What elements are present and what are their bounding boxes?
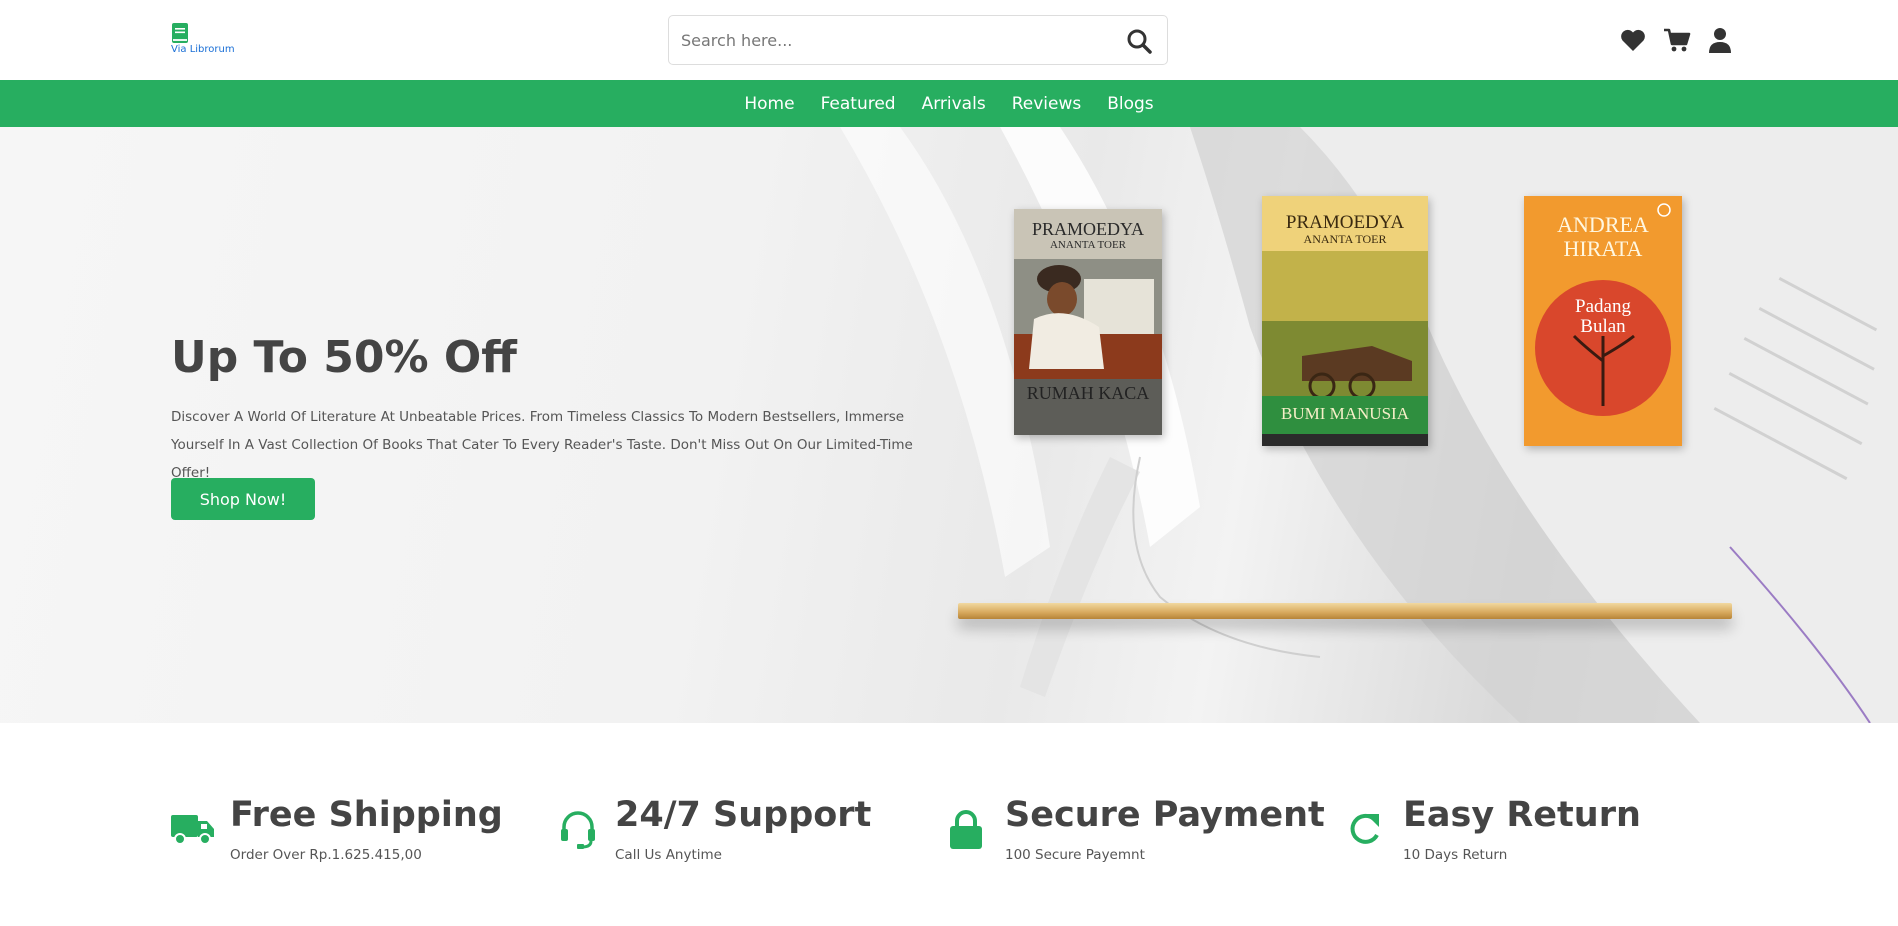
truck-icon: [171, 815, 214, 845]
feature-title: Easy Return: [1403, 795, 1641, 835]
book-title-line1: Padang: [1575, 296, 1631, 317]
book-author-line1: PRAMOEDYA: [1285, 212, 1405, 233]
book-cover-bumi-manusia[interactable]: PRAMOEDYA ANANTA TOER BUMI MANUSIA: [1262, 196, 1428, 446]
wooden-shelf: [958, 603, 1732, 619]
shop-now-button[interactable]: Shop Now!: [171, 478, 315, 520]
hero-title: Up To 50% Off: [171, 332, 517, 383]
search-icon[interactable]: [1126, 28, 1152, 54]
header: Via Librorum: [0, 0, 1898, 80]
book-author-line1: PRAMOEDYA: [1031, 219, 1145, 239]
book-author-line2: ANANTA TOER: [1303, 232, 1387, 246]
book-author-line2: HIRATA: [1563, 236, 1643, 261]
nav-link-blogs[interactable]: Blogs: [1107, 94, 1153, 114]
feature-title: Secure Payment: [1005, 795, 1325, 835]
brand-name: Via Librorum: [171, 44, 235, 55]
hero-description: Discover A World Of Literature At Unbeat…: [171, 409, 913, 481]
book-logo-icon: [172, 23, 188, 43]
nav-link-reviews[interactable]: Reviews: [1012, 94, 1082, 114]
hero-section: Up To 50% Off Discover A World Of Litera…: [0, 127, 1898, 723]
lock-icon: [950, 810, 982, 849]
nav-link-home[interactable]: Home: [744, 94, 794, 114]
nav-link-featured[interactable]: Featured: [821, 94, 896, 114]
search-bar: [668, 15, 1168, 65]
nav-link-arrivals[interactable]: Arrivals: [922, 94, 986, 114]
feature-title: 24/7 Support: [615, 795, 872, 835]
book-title: BUMI MANUSIA: [1281, 404, 1409, 423]
book-author-line1: ANDREA: [1557, 212, 1649, 237]
feature-subtitle: 10 Days Return: [1403, 847, 1508, 863]
main-navbar: Home Featured Arrivals Reviews Blogs: [0, 80, 1898, 127]
feature-title: Free Shipping: [230, 795, 503, 835]
feature-subtitle: 100 Secure Payemnt: [1005, 847, 1145, 863]
search-input[interactable]: [681, 16, 1111, 64]
cart-icon[interactable]: [1663, 26, 1691, 54]
features-section: Free Shipping Order Over Rp.1.625.415,00…: [0, 723, 1898, 926]
heart-icon[interactable]: [1619, 26, 1647, 54]
headset-icon: [561, 811, 595, 849]
book-cover-padang-bulan[interactable]: ANDREA HIRATA Padang Bulan: [1524, 196, 1682, 446]
book-title: RUMAH KACA: [1026, 383, 1150, 403]
book-title-line2: Bulan: [1580, 316, 1626, 337]
brand-logo[interactable]: Via Librorum: [171, 22, 241, 56]
book-cover-rumah-kaca[interactable]: PRAMOEDYA ANANTA TOER RUMAH KACA: [1014, 209, 1162, 435]
redo-icon: [1350, 813, 1379, 844]
feature-subtitle: Order Over Rp.1.625.415,00: [230, 847, 422, 863]
user-icon[interactable]: [1706, 26, 1734, 54]
feature-subtitle: Call Us Anytime: [615, 847, 722, 863]
book-author-line2: ANANTA TOER: [1049, 239, 1127, 251]
